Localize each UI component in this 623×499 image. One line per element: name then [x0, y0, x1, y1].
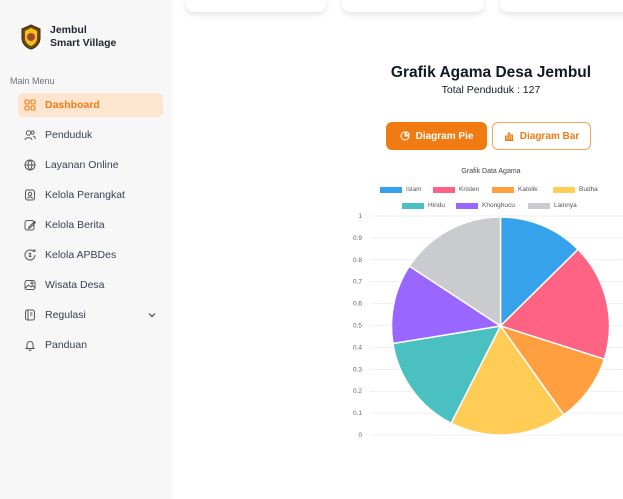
y-tick-label: 0.2 [353, 388, 362, 395]
village-logo-icon [21, 24, 41, 50]
sidebar-item-panduan[interactable]: Panduan [18, 333, 163, 357]
book-icon [24, 309, 36, 321]
id-card-icon [24, 189, 36, 201]
y-tick-label: 0.3 [353, 366, 362, 373]
app-root: Jembul Smart Village Main Menu Dashboard… [0, 0, 623, 499]
legend-swatch [433, 186, 455, 193]
sidebar-item-layanan-online[interactable]: Layanan Online [18, 153, 163, 177]
menu-title: Main Menu [10, 76, 55, 86]
brand-line-2: Smart Village [50, 37, 117, 49]
y-tick-label: 0.8 [353, 257, 362, 264]
legend-label: Islam [406, 186, 422, 193]
sidebar-item-kelola-perangkat[interactable]: Kelola Perangkat [18, 183, 163, 207]
sidebar-menu: Dashboard Penduduk Layanan Online Kelola… [18, 93, 163, 363]
chevron-down-icon[interactable] [147, 310, 157, 320]
y-tick-label: 0.4 [353, 344, 362, 351]
sidebar-item-label: Panduan [45, 339, 88, 351]
sidebar: Jembul Smart Village Main Menu Dashboard… [0, 0, 172, 499]
edit-icon [24, 219, 36, 231]
sidebar-item-penduduk[interactable]: Penduduk [18, 123, 163, 147]
total-population: Total Penduduk : 127 [441, 84, 541, 96]
sidebar-item-wisata-desa[interactable]: Wisata Desa [18, 273, 163, 297]
pie-chart: 1 0.9 0.8 0.7 0.6 0.5 0.4 0.3 0.2 0.1 0 [353, 213, 623, 439]
pie-chart-button[interactable]: Diagram Pie [386, 122, 487, 150]
sidebar-item-label: Kelola APBDes [45, 249, 117, 261]
coin-icon [24, 249, 36, 261]
sidebar-item-label: Penduduk [45, 129, 93, 141]
sidebar-item-label: Dashboard [45, 99, 100, 111]
sidebar-item-label: Layanan Online [45, 159, 119, 171]
legend-item-katolik[interactable]: Katolik [492, 186, 538, 193]
y-tick-label: 0.5 [353, 323, 362, 330]
legend-label: Lainnya [554, 202, 577, 209]
y-tick-label: 0.6 [353, 301, 362, 308]
summary-card [186, 0, 326, 12]
y-tick-label: 0.7 [353, 279, 362, 286]
legend-item-khonghucu[interactable]: Khonghucu [456, 202, 515, 209]
sidebar-item-kelola-berita[interactable]: Kelola Berita [18, 213, 163, 237]
y-tick-label: 1 [358, 213, 362, 220]
legend-item-islam[interactable]: Islam [380, 186, 422, 193]
pie-button-label: Diagram Pie [415, 130, 474, 142]
summary-card [342, 0, 484, 12]
sidebar-item-label: Wisata Desa [45, 279, 105, 291]
legend-label: Budha [579, 186, 598, 193]
legend-label: Khonghucu [482, 202, 515, 209]
page-title: Grafik Agama Desa Jembul [390, 64, 592, 81]
sidebar-item-dashboard[interactable]: Dashboard [18, 93, 163, 117]
sidebar-item-regulasi[interactable]: Regulasi [18, 303, 163, 327]
sidebar-item-label: Regulasi [45, 309, 86, 321]
sidebar-item-label: Kelola Berita [45, 219, 105, 231]
sidebar-item-label: Kelola Perangkat [45, 189, 125, 201]
legend-label: Hindu [428, 202, 445, 209]
legend-swatch [456, 202, 478, 209]
brand[interactable]: Jembul Smart Village [20, 24, 116, 50]
y-tick-label: 0.1 [353, 410, 362, 417]
legend-label: Katolik [518, 186, 538, 193]
legend-item-lainnya[interactable]: Lainnya [528, 202, 577, 209]
legend-item-kristen[interactable]: Kristen [433, 186, 479, 193]
y-tick-label: 0.9 [353, 235, 362, 242]
legend-label: Kristen [459, 186, 480, 193]
legend-swatch [402, 202, 424, 209]
legend-item-budha[interactable]: Budha [553, 186, 598, 193]
chart-title: Grafik Data Agama [461, 168, 521, 175]
brand-line-1: Jembul [50, 24, 87, 36]
legend-swatch [528, 202, 550, 209]
grid-icon [24, 99, 36, 111]
sidebar-item-kelola-apbdes[interactable]: Kelola APBDes [18, 243, 163, 267]
legend-swatch [380, 186, 402, 193]
image-icon [24, 279, 36, 291]
bell-icon [24, 339, 36, 351]
bar-chart-button[interactable]: Diagram Bar [492, 122, 591, 150]
legend-item-hindu[interactable]: Hindu [402, 202, 445, 209]
legend-swatch [492, 186, 514, 193]
globe-icon [24, 159, 36, 171]
users-icon [24, 129, 36, 141]
legend-swatch [553, 186, 575, 193]
y-tick-label: 0 [358, 432, 362, 439]
summary-card [500, 0, 623, 12]
brand-name: Jembul Smart Village [50, 24, 116, 50]
bar-chart-icon [504, 132, 514, 141]
pie-chart-icon [400, 131, 410, 141]
bar-button-label: Diagram Bar [519, 130, 580, 142]
